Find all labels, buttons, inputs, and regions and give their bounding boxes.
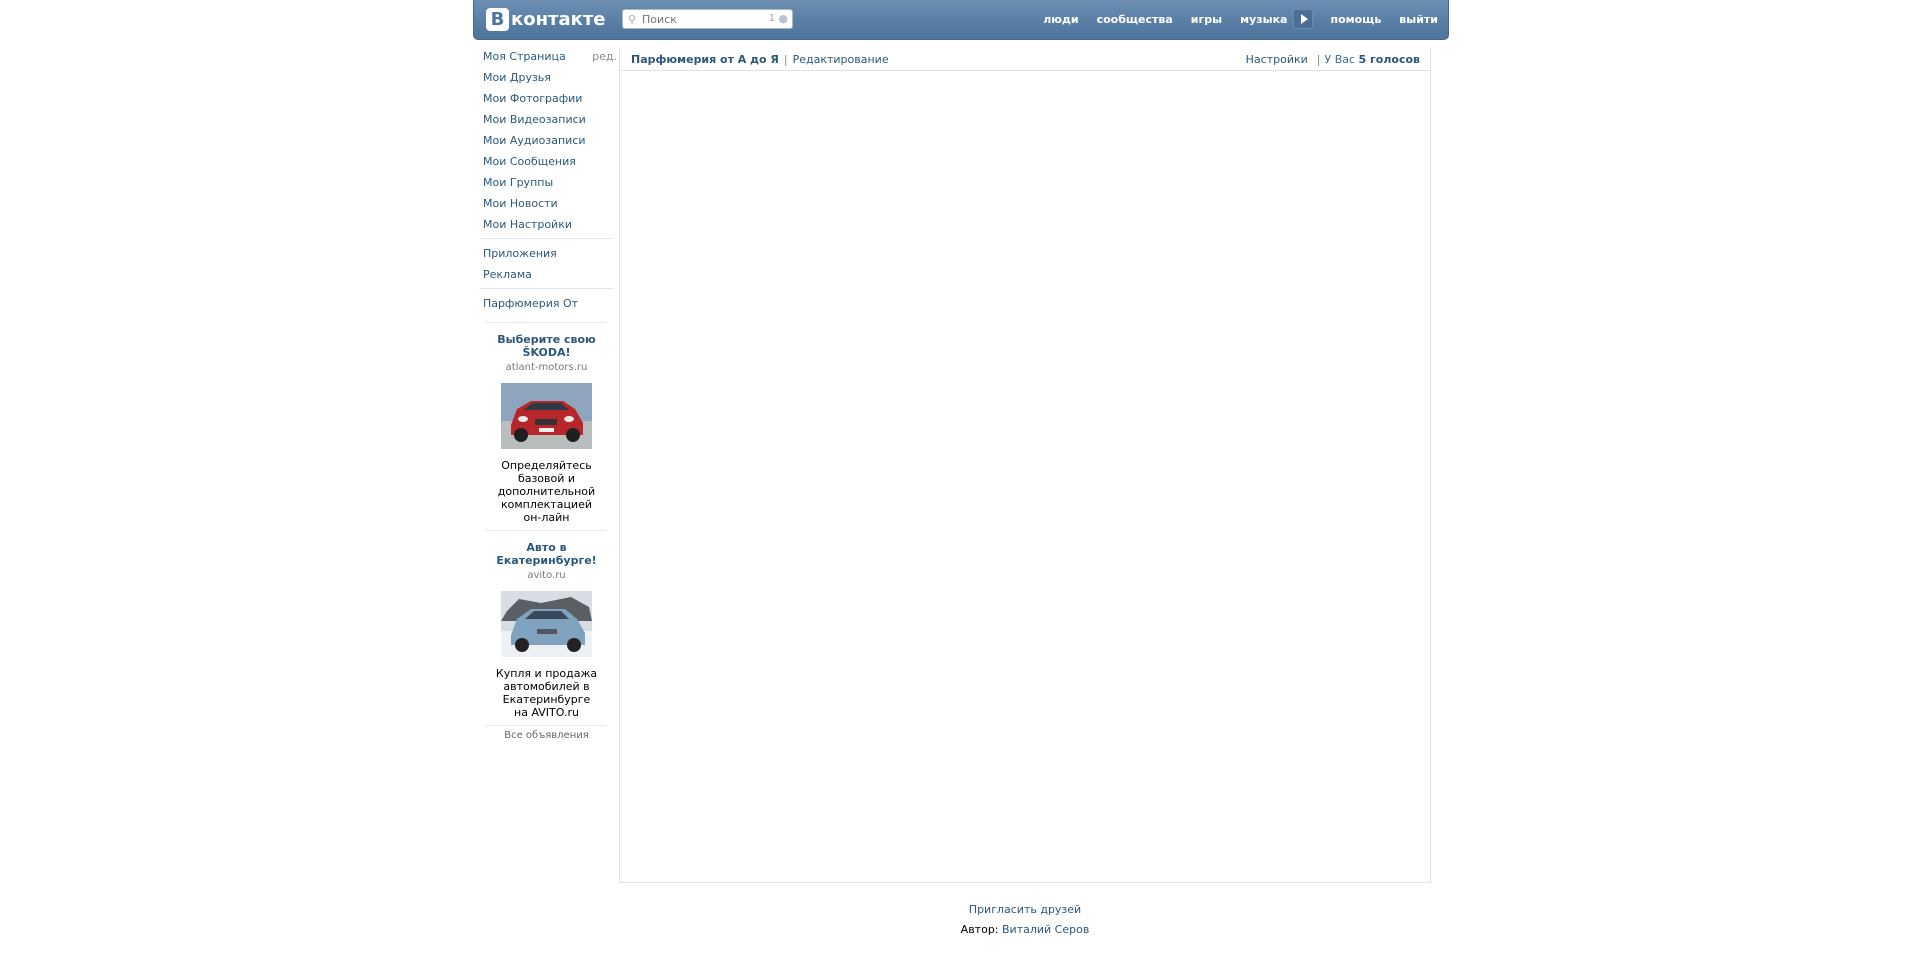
nav-help[interactable]: помощь: [1330, 13, 1381, 26]
top-nav: люди сообщества игры музыка помощь выйти: [1034, 0, 1448, 38]
sidebar-item-app[interactable]: Парфюмерия От: [480, 295, 613, 316]
sidebar-item-photos[interactable]: Мои Фотографии: [480, 90, 613, 111]
ad-block[interactable]: Выберите свою ŠKODA! atlant-motors.ru Оп…: [480, 333, 613, 524]
edit-app-link[interactable]: Редактирование: [793, 53, 889, 66]
nav-games[interactable]: игры: [1191, 13, 1222, 26]
sidebar-divider: [480, 288, 613, 289]
sidebar-item-ads[interactable]: Реклама: [480, 266, 613, 287]
sidebar-item-messages[interactable]: Мои Сообщения: [480, 153, 613, 174]
breadcrumb: Парфюмерия от А до Я | Редактирование: [631, 48, 889, 72]
ad-image-red-car[interactable]: [501, 383, 592, 449]
vk-logo-mark: В: [486, 7, 509, 31]
sidebar-item-apps[interactable]: Приложения: [480, 245, 613, 266]
search-box[interactable]: ⚲ 1 ●: [622, 9, 793, 29]
ad-description: Определяйтесь базовой и дополнительной к…: [497, 459, 596, 524]
all-ads-link[interactable]: Все объявления: [480, 730, 613, 741]
ad-block[interactable]: Авто в Екатеринбурге! avito.ru Купля и п…: [480, 541, 613, 719]
sidebar-item-audio[interactable]: Мои Аудиозаписи: [480, 132, 613, 153]
search-icon: ⚲: [628, 12, 637, 26]
app-settings-link[interactable]: Настройки: [1246, 53, 1308, 66]
app-frame[interactable]: [620, 71, 1430, 882]
vk-logo-text: контакте: [511, 8, 606, 30]
ad-image-blue-car[interactable]: [501, 591, 592, 657]
author-link[interactable]: Виталий Серов: [1002, 923, 1089, 936]
app-header-bar: Парфюмерия от А до Я | Редактирование Наст…: [620, 48, 1430, 71]
nav-communities[interactable]: сообщества: [1097, 13, 1173, 26]
app-title[interactable]: Парфюмерия от А до Я: [631, 53, 779, 66]
sidebar-item-news[interactable]: Мои Новости: [480, 195, 613, 216]
vk-logo[interactable]: В контакте: [486, 6, 605, 32]
sidebar-item-videos[interactable]: Мои Видеозаписи: [480, 111, 613, 132]
sidebar-item-label: Моя Страница: [483, 50, 566, 63]
sidebar-item-friends[interactable]: Мои Друзья: [480, 69, 613, 90]
ad-title[interactable]: Авто в Екатеринбурге!: [480, 541, 613, 567]
sidebar-item-my-page[interactable]: Моя Страница ред.: [480, 48, 617, 69]
sidebar-item-groups[interactable]: Мои Группы: [480, 174, 613, 195]
play-icon[interactable]: [1293, 9, 1314, 29]
person-icon: ●: [778, 12, 788, 25]
author-label: Автор:: [960, 923, 999, 936]
edit-link[interactable]: ред.: [592, 48, 617, 65]
ad-divider: [486, 725, 606, 726]
search-count: 1: [768, 13, 775, 24]
app-container: Парфюмерия от А до Я | Редактирование Наст…: [619, 48, 1431, 883]
separator: |: [783, 53, 788, 66]
votes-label: У Вас: [1324, 53, 1356, 66]
app-header-right: Настройки | У Вас 5 голосов: [1246, 48, 1420, 72]
nav-people[interactable]: люди: [1043, 13, 1078, 26]
sidebar-divider: [480, 238, 613, 239]
ad-divider: [486, 322, 606, 323]
ad-domain: atlant-motors.ru: [505, 362, 588, 373]
ad-title[interactable]: Выберите свою ŠKODA!: [480, 333, 613, 359]
separator: |: [1316, 53, 1321, 66]
nav-logout[interactable]: выйти: [1399, 13, 1438, 26]
footer: Пригласить друзей Автор: Виталий Серов: [619, 900, 1431, 940]
votes-count[interactable]: 5 голосов: [1359, 53, 1420, 66]
nav-music[interactable]: музыка: [1240, 13, 1287, 26]
invite-friends-link[interactable]: Пригласить друзей: [969, 903, 1081, 916]
ad-domain: avito.ru: [527, 570, 566, 581]
ad-description: Купля и продажа автомобилей в Екатеринбу…: [495, 667, 598, 719]
search-input[interactable]: [640, 11, 762, 27]
left-sidebar: Моя Страница ред. Мои Друзья Мои Фотогра…: [480, 48, 617, 741]
ad-divider: [486, 530, 606, 531]
top-header: В контакте ⚲ 1 ● люди сообщества игры му…: [473, 0, 1449, 40]
sidebar-item-settings[interactable]: Мои Настройки: [480, 216, 613, 237]
